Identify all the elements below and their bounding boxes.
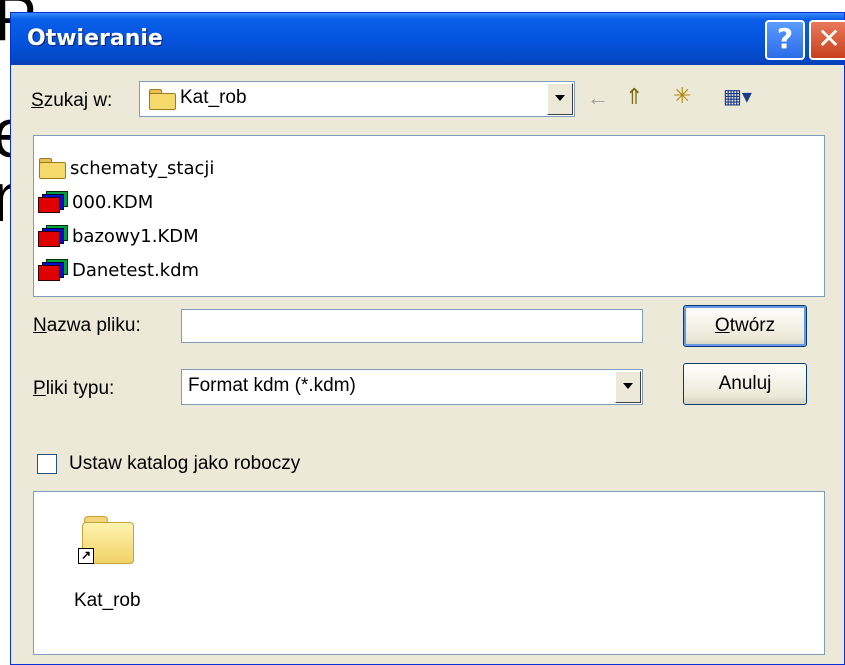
file-name: bazowy1.KDM	[72, 225, 199, 247]
file-name: schematy_stacji	[70, 157, 215, 179]
new-folder-icon[interactable]: ✳	[673, 85, 691, 107]
look-in-value: Kat_rob	[180, 87, 247, 108]
filetype-value: Format kdm (*.kdm)	[188, 375, 356, 396]
filetype-select[interactable]: Format kdm (*.kdm)	[181, 369, 643, 405]
chevron-down-icon[interactable]	[547, 83, 573, 115]
file-list[interactable]: schematy_stacji 000.KDM bazowy1.KDM Dane…	[33, 135, 825, 297]
file-name: 000.KDM	[72, 191, 154, 213]
shortcut-arrow-icon: ↗	[78, 548, 94, 564]
look-in-label: Szukaj w:	[31, 90, 113, 111]
title-bar[interactable]: Otwieranie ? ✕	[11, 13, 845, 65]
close-button[interactable]: ✕	[809, 20, 845, 60]
file-name: Danetest.kdm	[72, 259, 200, 281]
folder-shortcut-item[interactable]: ↗	[78, 514, 138, 566]
places-item-label: Kat_rob	[74, 590, 141, 611]
kdm-file-icon	[38, 259, 68, 281]
back-icon[interactable]: ←	[587, 87, 609, 109]
set-working-dir-checkbox[interactable]	[37, 454, 57, 474]
folder-icon	[38, 158, 66, 179]
list-item[interactable]: Danetest.kdm	[38, 254, 199, 286]
places-panel: ↗ Kat_rob	[33, 491, 825, 655]
list-item[interactable]: bazowy1.KDM	[38, 220, 199, 252]
chevron-down-icon[interactable]	[615, 371, 641, 403]
open-file-dialog: Otwieranie ? ✕ Szukaj w: Kat_rob ← ⇑ ✳ ▦…	[10, 12, 845, 665]
filename-label: Nazwa pliku:	[33, 315, 141, 336]
close-icon: ✕	[817, 22, 841, 55]
list-item[interactable]: 000.KDM	[38, 186, 153, 218]
open-button[interactable]: Otwórz	[683, 305, 807, 347]
look-in-combo[interactable]: Kat_rob	[139, 81, 575, 117]
window-title: Otwieranie	[27, 26, 163, 51]
kdm-file-icon	[38, 191, 68, 213]
cancel-button[interactable]: Anuluj	[683, 363, 807, 405]
checkbox-label: Ustaw katalog jako roboczy	[69, 453, 301, 474]
help-button[interactable]: ?	[765, 20, 805, 60]
folder-icon	[148, 89, 176, 110]
views-menu-icon[interactable]: ▦▾	[723, 87, 752, 107]
list-item[interactable]: schematy_stacji	[38, 152, 214, 184]
filename-input[interactable]	[181, 309, 643, 343]
help-icon: ?	[776, 22, 794, 55]
up-folder-icon[interactable]: ⇑	[625, 86, 643, 108]
filetype-label: Pliki typu:	[33, 378, 115, 399]
kdm-file-icon	[38, 225, 68, 247]
